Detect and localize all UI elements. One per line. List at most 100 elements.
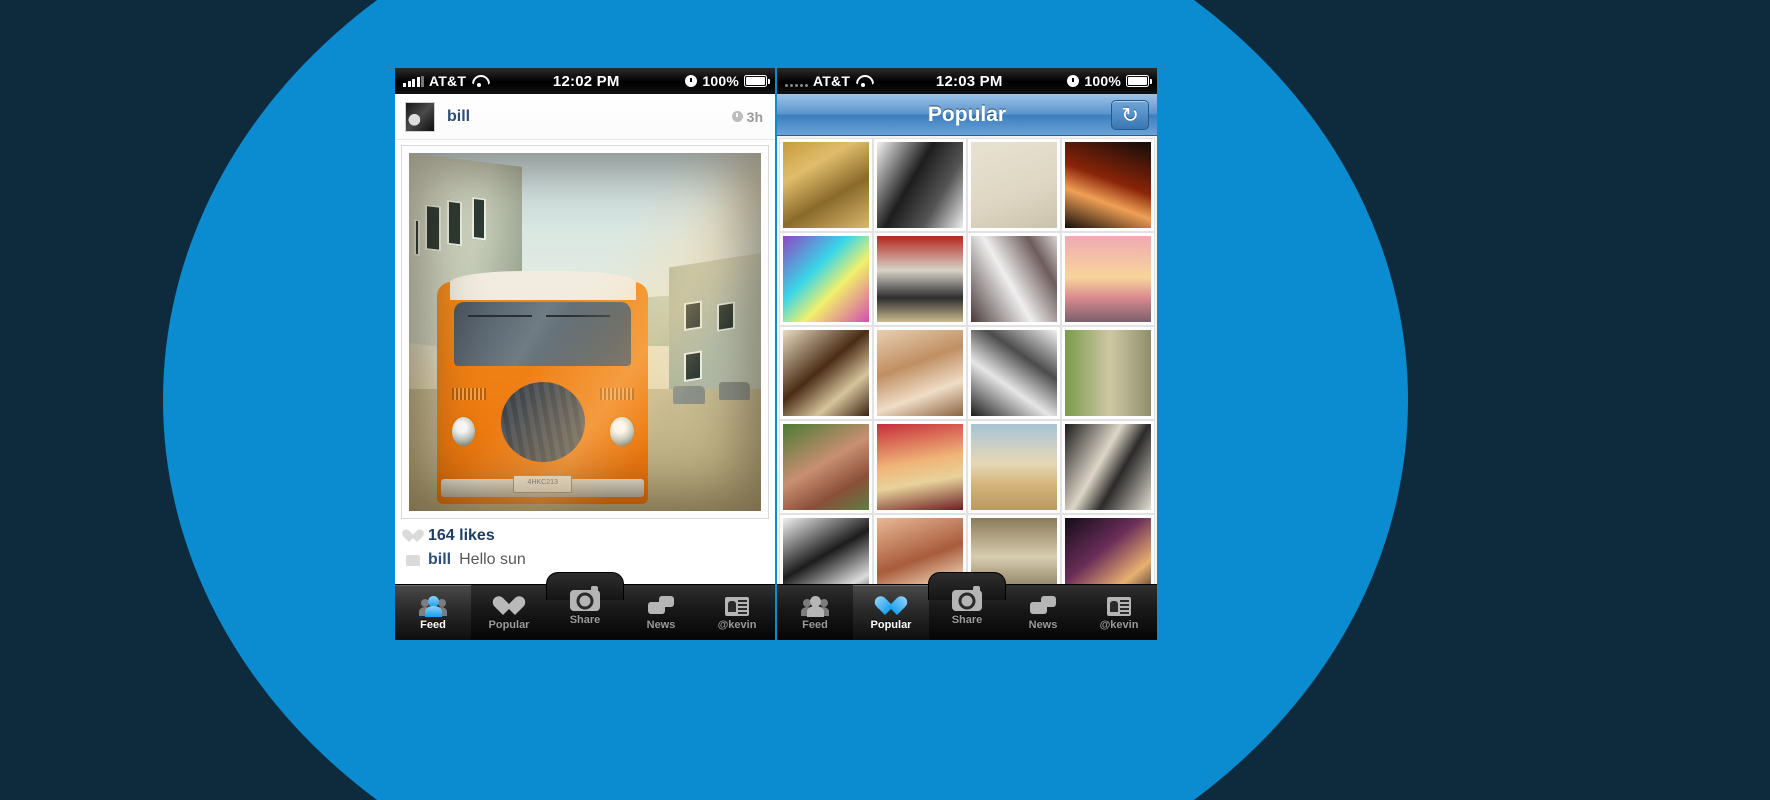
heart-icon [406,530,420,543]
status-bar-right: 100% [685,73,770,89]
camera-icon [952,586,982,611]
tab-profile[interactable]: @kevin [1081,585,1157,640]
caption-text: Hello sun [459,551,526,568]
refresh-icon[interactable]: ↻ [1111,100,1149,130]
grid-photo-image [783,142,869,228]
clock-icon [1067,75,1080,87]
grid-photo-image [1065,236,1151,322]
battery-icon [1126,75,1152,87]
grid-photo-image [783,330,869,416]
tab-label: @kevin [717,619,757,631]
status-bar-time: 12:03 PM [935,72,1003,90]
heart-icon [880,594,902,616]
status-bar-left: AT&T [403,73,487,89]
likes-count: 164 likes [428,527,495,544]
tab-feed[interactable]: Feed [777,585,853,640]
tab-label: Share [951,614,983,626]
photo-car [673,385,705,404]
photo-van: 4HKC213 [437,270,649,504]
people-icon [801,594,829,617]
status-bar-left: AT&T [785,73,871,89]
grid-photo-image [971,424,1057,510]
clock-icon [731,111,743,122]
tab-feed[interactable]: Feed [395,585,471,640]
grid-photo-image [877,424,963,510]
tab-news[interactable]: News [1005,585,1081,640]
post-timestamp-label: 3h [746,108,763,125]
grid-photo[interactable] [967,138,1061,232]
grid-photo-image [877,142,963,228]
likes-row[interactable]: 164 likes [406,527,763,545]
grid-photo[interactable] [873,138,967,232]
post-photo-wrapper: 4HKC213 [395,140,775,519]
grid-photo-image [877,330,963,416]
grid-photo[interactable] [1061,326,1155,420]
tab-profile[interactable]: @kevin [699,585,775,640]
grid-photo[interactable] [779,232,873,326]
grid-photo[interactable] [779,138,873,232]
grid-photo-image [971,142,1057,228]
wifi-icon [471,75,487,87]
tab-bar: Feed Popular Share News @kevin [777,572,1157,640]
feed-body: bill 3h 4HKC213 164 likes bill Hello sun [395,94,775,640]
grid-photo-image [877,236,963,322]
popular-phone: AT&T 12:03 PM 100% Popular ↻ Feed Popula… [777,68,1157,640]
photo-car [718,382,751,401]
grid-photo[interactable] [873,232,967,326]
page-title: Popular [927,102,1007,126]
chat-bubbles-icon [648,594,674,616]
status-bar-time: 12:02 PM [552,72,620,90]
nav-bar: Popular ↻ [777,94,1157,136]
grid-photo-image [1065,142,1151,228]
heart-icon [498,594,520,616]
grid-photo-image [783,424,869,510]
tab-news[interactable]: News [623,585,699,640]
battery-percent-label: 100% [702,73,739,89]
tab-label: @kevin [1099,619,1139,631]
tab-label: Share [569,614,601,626]
grid-photo-image [783,236,869,322]
tab-popular[interactable]: Popular [471,585,547,640]
tab-share[interactable]: Share [546,572,624,640]
tab-popular[interactable]: Popular [853,585,929,640]
wifi-icon [855,75,871,87]
popular-photo-grid [777,136,1157,640]
clock-icon [685,75,698,87]
grid-photo[interactable] [779,420,873,514]
tab-label: Feed [420,619,446,631]
comment-icon [406,554,420,566]
caption-row: bill Hello sun [406,551,763,569]
grid-photo[interactable] [1061,420,1155,514]
tab-label: Feed [802,619,828,631]
status-bar: AT&T 12:03 PM 100% [777,68,1157,94]
grid-photo[interactable] [967,326,1061,420]
tab-label: Popular [870,619,912,631]
post-photo[interactable]: 4HKC213 [401,145,769,519]
post-username[interactable]: bill [447,108,470,126]
tab-label: Popular [488,619,530,631]
camera-icon [570,586,600,611]
grid-photo[interactable] [1061,232,1155,326]
tab-share[interactable]: Share [928,572,1006,640]
grid-photo[interactable] [967,232,1061,326]
grid-photo[interactable] [967,420,1061,514]
grid-photo-image [1065,424,1151,510]
grid-photo-image [971,330,1057,416]
status-bar: AT&T 12:02 PM 100% [395,68,775,94]
carrier-label: AT&T [813,73,851,89]
battery-percent-label: 100% [1084,73,1121,89]
grid-photo[interactable] [873,420,967,514]
status-bar-right: 100% [1067,73,1152,89]
post-timestamp: 3h [731,108,763,125]
grid-photo[interactable] [779,326,873,420]
post-meta: 164 likes bill Hello sun [395,518,775,569]
signal-bars-icon [403,75,424,87]
signal-bars-icon [785,76,808,87]
caption-username[interactable]: bill [428,551,451,569]
grid-photo[interactable] [873,326,967,420]
phone-pair: AT&T 12:02 PM 100% bill 3h 4HKC213 164 l… [395,68,1157,640]
grid-photo-image [1065,330,1151,416]
avatar[interactable] [405,101,435,132]
grid-photo[interactable] [1061,138,1155,232]
battery-icon [744,75,770,87]
